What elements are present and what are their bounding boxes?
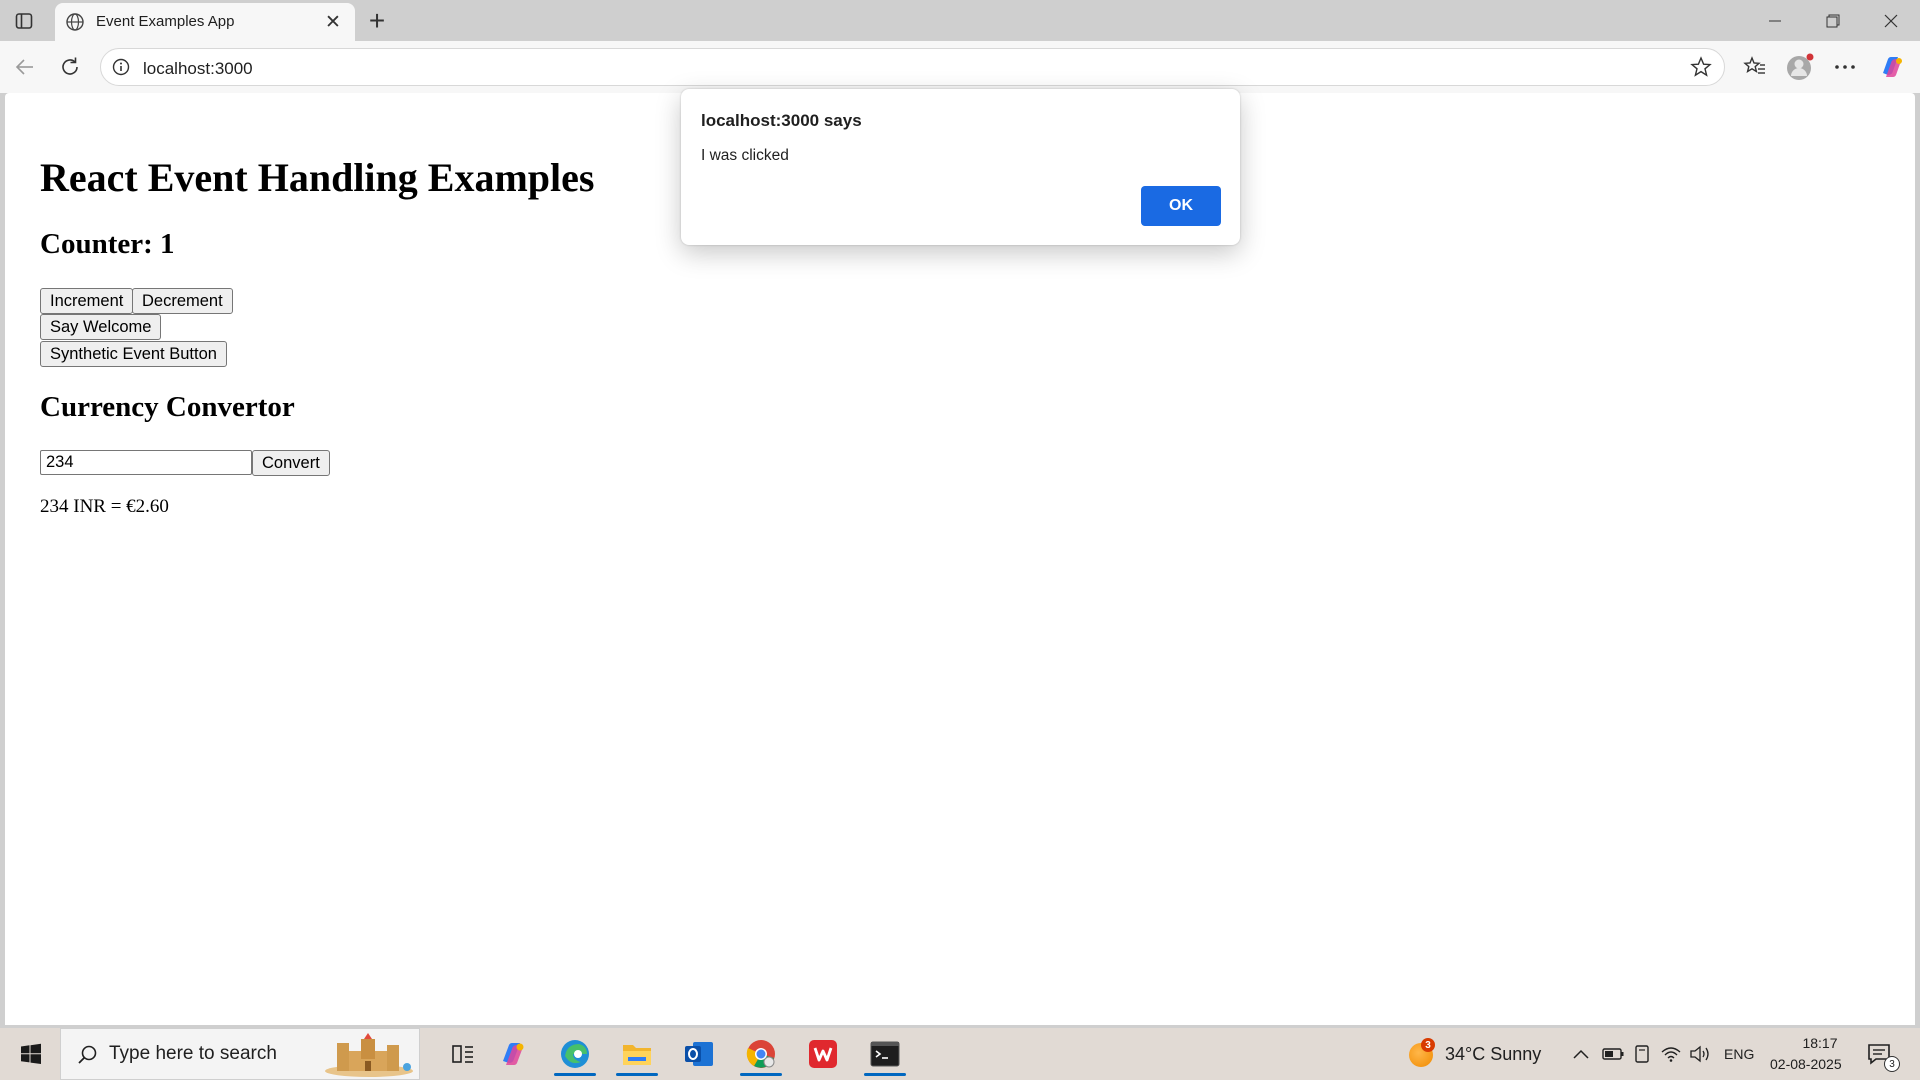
notification-badge: 3	[1884, 1056, 1900, 1072]
profile-button[interactable]	[1785, 52, 1815, 82]
weather-badge: 3	[1421, 1038, 1435, 1052]
favorites-button[interactable]	[1740, 52, 1770, 82]
task-view-icon	[452, 1045, 473, 1063]
task-view-button[interactable]	[438, 1032, 488, 1076]
wifi-icon[interactable]	[1659, 1042, 1683, 1066]
copilot-button[interactable]	[1877, 52, 1907, 82]
close-tab-icon[interactable]: ✕	[321, 10, 345, 34]
start-button[interactable]	[8, 1036, 54, 1072]
more-dots-icon	[1835, 65, 1855, 69]
back-arrow-icon	[15, 59, 33, 75]
taskbar-file-explorer[interactable]	[612, 1032, 662, 1076]
device-icon[interactable]	[1630, 1042, 1654, 1066]
restore-button[interactable]	[1804, 0, 1862, 41]
wps-office-icon	[809, 1040, 837, 1068]
restore-icon	[1826, 14, 1840, 27]
tab-actions-button[interactable]	[10, 8, 38, 34]
clock-time[interactable]: 18:17	[1790, 1035, 1850, 1051]
minimize-icon	[1769, 20, 1781, 21]
search-icon	[78, 1045, 97, 1064]
edge-icon	[561, 1040, 589, 1068]
back-button[interactable]	[9, 51, 41, 83]
weather-text[interactable]: 34°C Sunny	[1445, 1044, 1541, 1065]
volume-icon[interactable]	[1688, 1042, 1712, 1066]
alert-dialog: localhost:3000 says I was clicked OK	[681, 89, 1240, 245]
counter-heading: Counter: 1	[40, 228, 175, 260]
close-icon	[1884, 14, 1898, 27]
taskbar-terminal[interactable]	[860, 1032, 910, 1076]
site-info-icon[interactable]	[111, 57, 131, 77]
tab-actions-icon	[15, 13, 33, 29]
url-text[interactable]: localhost:3000	[143, 59, 253, 79]
conversion-result: 234 INR = €2.60	[40, 496, 169, 517]
dialog-title: localhost:3000 says	[701, 111, 862, 130]
taskbar-edge[interactable]	[550, 1032, 600, 1076]
copilot-icon	[1883, 57, 1902, 77]
currency-heading: Currency Convertor	[40, 391, 295, 423]
battery-icon[interactable]	[1601, 1042, 1625, 1066]
taskbar-outlook[interactable]	[674, 1032, 724, 1076]
active-indicator	[864, 1073, 906, 1076]
synthetic-event-button[interactable]: Synthetic Event Button	[40, 341, 227, 367]
taskbar-copilot[interactable]	[488, 1032, 538, 1076]
decrement-button[interactable]: Decrement	[132, 288, 233, 314]
increment-button[interactable]: Increment	[40, 288, 134, 314]
clock-date[interactable]: 02-08-2025	[1770, 1056, 1842, 1072]
page-title: React Event Handling Examples	[40, 155, 595, 200]
sandcastle-illustration-icon	[325, 1033, 413, 1077]
new-tab-button[interactable]: +	[362, 5, 392, 36]
favorites-icon	[1743, 56, 1765, 74]
copilot-icon	[503, 1043, 524, 1065]
amount-input[interactable]	[40, 450, 252, 475]
dialog-ok-button[interactable]: OK	[1141, 186, 1221, 226]
taskbar-search[interactable]: Type here to search	[60, 1028, 420, 1080]
language-indicator[interactable]: ENG	[1724, 1046, 1754, 1062]
taskbar-chrome[interactable]	[736, 1032, 786, 1076]
star-icon[interactable]	[1690, 56, 1712, 78]
address-bar[interactable]: localhost:3000	[100, 48, 1725, 86]
search-placeholder: Type here to search	[109, 1043, 277, 1064]
avatar-icon	[1787, 53, 1814, 80]
taskbar: Type here to search 3 34°C Sunny ENG 18:…	[0, 1028, 1920, 1080]
active-tab[interactable]: Event Examples App ✕	[55, 3, 355, 41]
chrome-icon	[746, 1040, 775, 1068]
file-explorer-icon	[623, 1045, 651, 1065]
active-indicator	[616, 1073, 658, 1076]
hidden-icons-chevron-icon[interactable]	[1569, 1042, 1593, 1066]
convert-button[interactable]: Convert	[252, 450, 330, 476]
close-window-button[interactable]	[1862, 0, 1920, 41]
taskbar-wps-office[interactable]	[798, 1032, 848, 1076]
terminal-icon	[870, 1041, 900, 1067]
say-welcome-button[interactable]: Say Welcome	[40, 314, 162, 340]
active-indicator	[554, 1073, 596, 1076]
tab-strip: Event Examples App ✕ +	[0, 0, 1920, 41]
refresh-button[interactable]	[54, 51, 86, 83]
dialog-message: I was clicked	[701, 147, 789, 164]
active-indicator	[740, 1073, 782, 1076]
settings-more-button[interactable]	[1830, 52, 1860, 82]
outlook-icon	[685, 1042, 713, 1066]
tab-title: Event Examples App	[96, 13, 235, 30]
globe-icon	[66, 13, 84, 31]
minimize-button[interactable]	[1746, 0, 1804, 41]
windows-logo-icon	[21, 1043, 41, 1064]
browser-toolbar: localhost:3000	[0, 41, 1920, 93]
refresh-icon	[62, 57, 78, 75]
